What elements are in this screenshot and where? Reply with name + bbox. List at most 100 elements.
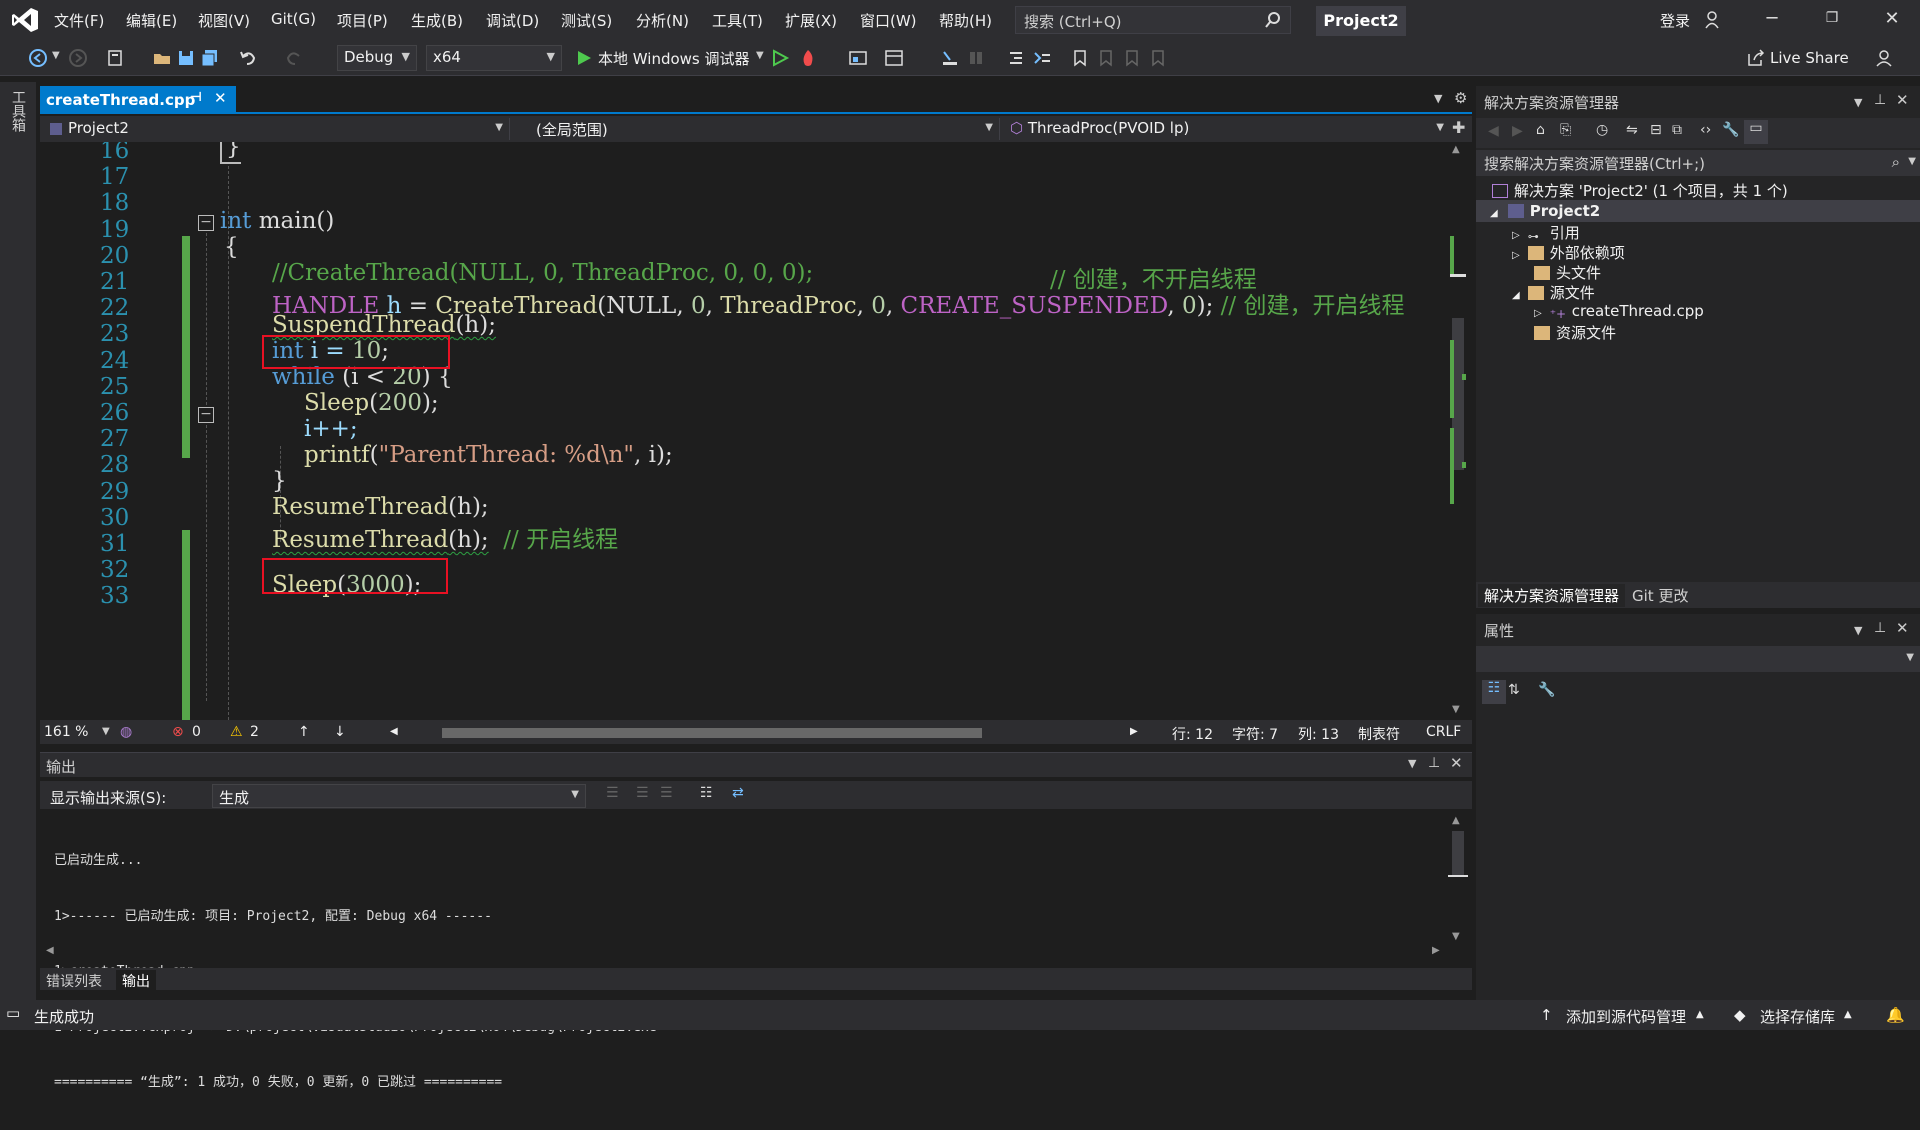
menu-window[interactable]: 窗口(W) <box>860 10 917 31</box>
menu-view[interactable]: 视图(V) <box>198 10 250 31</box>
clear-bookmarks-icon[interactable] <box>1148 48 1168 68</box>
warning-count[interactable]: 2 <box>250 724 259 740</box>
collapsed-arrow-icon[interactable]: ▷ <box>1534 308 1542 319</box>
start-debugger-button[interactable]: 本地 Windows 调试器 <box>598 48 750 69</box>
tab-list-dropdown-icon[interactable]: ▼ <box>1434 92 1442 105</box>
next-bookmark-icon[interactable] <box>1122 48 1142 68</box>
pending-changes-icon[interactable]: ◷ <box>1596 122 1608 138</box>
step-over-icon[interactable] <box>966 48 986 68</box>
intellicode-icon[interactable]: ◍ <box>120 724 132 740</box>
tree-item-external-deps[interactable]: ▷ 外部依赖项 <box>1512 242 1625 263</box>
preview-icon[interactable]: ▭ <box>1744 120 1768 144</box>
tree-item-createthread-cpp[interactable]: ▷ ⁺+ createThread.cpp <box>1534 302 1704 321</box>
prev-bookmark-icon[interactable] <box>1096 48 1116 68</box>
layout-icon[interactable] <box>884 48 904 68</box>
solution-platform-dropdown[interactable]: x64 ▼ <box>426 45 562 71</box>
close-panel-icon[interactable]: ✕ <box>1896 619 1909 637</box>
bookmark-icon[interactable] <box>1070 48 1090 68</box>
home-icon[interactable]: ⌂ <box>1536 122 1545 138</box>
debugger-dropdown-icon[interactable]: ▼ <box>756 50 764 61</box>
clear-all-icon[interactable]: ☷ <box>700 785 713 801</box>
function-dropdown[interactable]: ⬡ ThreadProc(PVOID lp) ▼ <box>1004 118 1450 140</box>
tree-item-project[interactable]: ◢ Project2 <box>1490 202 1600 220</box>
start-debugging-icon[interactable] <box>574 48 594 68</box>
next-issue-icon[interactable]: ↓ <box>334 724 346 740</box>
sync-icon[interactable]: ⇋ <box>1626 122 1638 138</box>
chevron-up-icon[interactable]: ▲ <box>1844 1009 1852 1020</box>
categorized-icon[interactable]: ☷ <box>1482 680 1506 704</box>
tab-git-changes[interactable]: Git 更改 <box>1626 584 1694 607</box>
toolbox-tab[interactable]: 工具箱 <box>10 90 28 132</box>
collapsed-arrow-icon[interactable]: ▷ <box>1512 250 1520 261</box>
menu-file[interactable]: 文件(F) <box>54 10 104 31</box>
scroll-right-icon[interactable]: ▶ <box>1130 726 1138 737</box>
collapse-while-icon[interactable]: − <box>198 407 214 423</box>
hot-reload-icon[interactable] <box>798 48 818 68</box>
new-project-icon[interactable] <box>106 48 126 68</box>
close-panel-icon[interactable]: ✕ <box>1896 91 1909 109</box>
property-pages-icon[interactable]: 🔧 <box>1538 682 1555 698</box>
window-position-dropdown-icon[interactable]: ▼ <box>1408 757 1416 770</box>
search-input[interactable]: 搜索 (Ctrl+Q) <box>1015 6 1291 34</box>
char-indicator[interactable]: 字符: 7 <box>1232 724 1278 744</box>
alphabetical-icon[interactable]: ⇅ <box>1508 682 1520 698</box>
browse-icon[interactable] <box>848 48 868 68</box>
notifications-icon[interactable]: 🔔 <box>1886 1006 1905 1024</box>
pin-icon[interactable]: ⊥ <box>1428 755 1440 771</box>
live-share-icon[interactable] <box>1746 48 1766 68</box>
save-all-icon[interactable] <box>200 48 220 68</box>
navigate-forward-icon[interactable] <box>68 48 88 68</box>
search-options-dropdown-icon[interactable]: ▼ <box>1908 156 1916 167</box>
minimize-button[interactable]: ─ <box>1752 8 1792 34</box>
vertical-scrollbar[interactable]: ▲ ▼ <box>1448 142 1468 720</box>
project-dropdown[interactable]: Project2 ▼ <box>44 118 510 140</box>
menu-git[interactable]: Git(G) <box>271 10 316 28</box>
eol-indicator[interactable]: CRLF <box>1426 724 1461 740</box>
add-to-source-control-button[interactable]: 添加到源代码管理 <box>1566 1006 1686 1027</box>
scroll-right-icon[interactable]: ▶ <box>1432 945 1440 956</box>
output-vertical-scrollbar[interactable]: ▲ ▼ <box>1448 815 1468 945</box>
signin-link[interactable]: 登录 <box>1660 10 1690 31</box>
scroll-left-icon[interactable]: ◀ <box>46 945 54 956</box>
window-position-dropdown-icon[interactable]: ▼ <box>1854 96 1862 109</box>
menu-debug[interactable]: 调试(D) <box>486 10 539 31</box>
menu-build[interactable]: 生成(B) <box>411 10 463 31</box>
menu-extensions[interactable]: 扩展(X) <box>785 10 837 31</box>
tab-output[interactable]: 输出 <box>116 970 156 992</box>
solution-configuration-dropdown[interactable]: Debug ▼ <box>337 45 417 71</box>
window-position-dropdown-icon[interactable]: ▼ <box>1854 624 1862 637</box>
expanded-arrow-icon[interactable]: ◢ <box>1490 208 1498 219</box>
error-count[interactable]: 0 <box>192 724 201 740</box>
tree-item-references[interactable]: ▷ ⊶ 引用 <box>1512 222 1580 244</box>
close-window-button[interactable]: ✕ <box>1872 8 1912 34</box>
toggle-word-wrap-icon[interactable]: ⇄ <box>732 785 744 801</box>
indent-icon[interactable] <box>1032 48 1052 68</box>
outdent-icon[interactable] <box>1006 48 1026 68</box>
admin-person-icon[interactable] <box>1874 48 1894 68</box>
view-code-icon[interactable]: ‹› <box>1700 122 1711 138</box>
next-message-icon[interactable]: ☰ <box>660 785 673 801</box>
prev-issue-icon[interactable]: ↑ <box>298 724 310 740</box>
visual-studio-logo-icon[interactable] <box>10 6 40 34</box>
chevron-up-icon[interactable]: ▲ <box>1696 1009 1704 1020</box>
split-window-icon[interactable]: ✚ <box>1452 118 1465 137</box>
menu-analyze[interactable]: 分析(N) <box>636 10 689 31</box>
feedback-person-icon[interactable] <box>1703 10 1723 30</box>
back-dropdown-icon[interactable]: ▼ <box>52 50 60 61</box>
code-editor[interactable]: 16 17 18 19 20 21 22 23 24 25 26 27 28 29 30 31 32 33 − −… <box>40 142 1472 720</box>
menu-tools[interactable]: 工具(T) <box>712 10 763 31</box>
scroll-up-icon[interactable]: ▲ <box>1452 144 1460 155</box>
col-indicator[interactable]: 列: 13 <box>1298 724 1339 744</box>
restore-button[interactable]: ❐ <box>1812 10 1852 36</box>
properties-wrench-icon[interactable]: 🔧 <box>1722 122 1739 138</box>
live-share-button[interactable]: Live Share <box>1770 49 1849 67</box>
undo-icon[interactable] <box>238 48 258 68</box>
menu-test[interactable]: 测试(S) <box>561 10 612 31</box>
forward-icon[interactable]: ▶ <box>1512 123 1523 139</box>
scroll-down-icon[interactable]: ▼ <box>1452 704 1460 715</box>
tab-solution-explorer[interactable]: 解决方案资源管理器 <box>1478 584 1626 607</box>
menu-edit[interactable]: 编辑(E) <box>126 10 177 31</box>
close-tab-icon[interactable]: ✕ <box>214 89 227 107</box>
tab-createthread-cpp[interactable]: createThread.cpp ⊣ ✕ <box>40 86 236 114</box>
scroll-down-icon[interactable]: ▼ <box>1452 931 1460 942</box>
